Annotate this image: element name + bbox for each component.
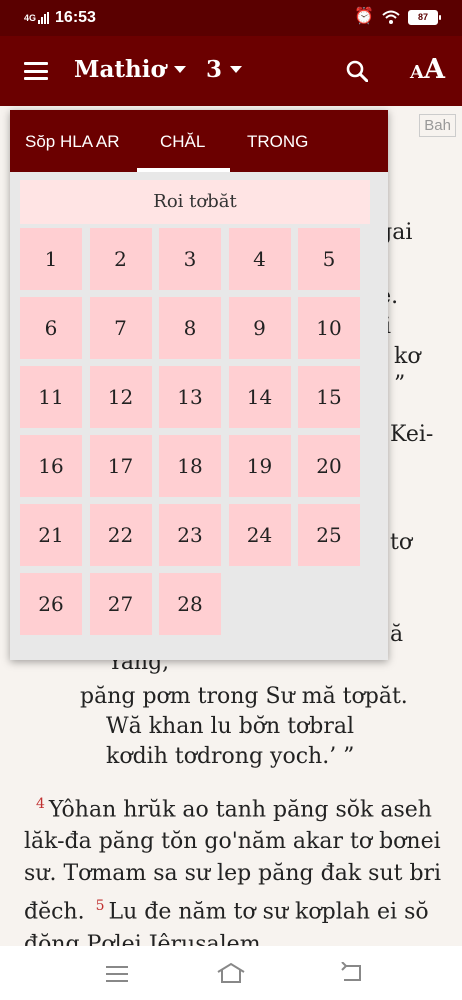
chapter-cell[interactable]: 16	[20, 435, 82, 497]
network-type: 4G	[24, 12, 37, 23]
chapter-cell[interactable]: 8	[159, 297, 221, 359]
text-fragment: ”	[394, 372, 406, 397]
chapter-cell[interactable]: 26	[20, 573, 82, 635]
chapter-cell[interactable]: 22	[89, 504, 152, 566]
active-tab-indicator	[137, 168, 230, 172]
chapter-cell[interactable]: 18	[159, 435, 221, 497]
chapter-selector[interactable]: 3	[206, 56, 243, 83]
tab-verses[interactable]: TRONG	[247, 132, 308, 152]
wifi-icon	[382, 10, 400, 24]
chapter-cell[interactable]: 6	[20, 297, 82, 359]
back-nav-icon[interactable]	[340, 962, 364, 982]
chapter-cell[interactable]: 12	[89, 366, 152, 428]
chapter-cell[interactable]: 2	[89, 228, 152, 290]
chapter-cell[interactable]: 1	[20, 228, 82, 290]
home-nav-icon[interactable]	[216, 962, 246, 984]
chapter-cell[interactable]: 25	[298, 504, 360, 566]
book-title: Mathiơ	[74, 56, 166, 83]
chapter-cell[interactable]: 10	[298, 297, 360, 359]
verse-text: Lu đe năm tơ sư kơplah ei sŏ đŏng Pơlei …	[24, 899, 429, 946]
chapter-picker: Sŏp HLA AR CHĂL TRONG Roi tơbăt 12345678…	[10, 110, 388, 660]
status-time: 16:53	[55, 9, 96, 26]
chapter-cell[interactable]: 21	[20, 504, 82, 566]
chapter-cell[interactable]: 11	[20, 366, 82, 428]
chapter-cell[interactable]: 24	[228, 504, 291, 566]
chapter-cell[interactable]: 14	[228, 366, 291, 428]
chapter-cell[interactable]: 7	[89, 297, 152, 359]
battery-icon: 87	[408, 9, 441, 25]
chevron-down-icon	[230, 65, 243, 73]
tab-books[interactable]: Sŏp HLA AR	[25, 132, 120, 152]
system-nav-bar	[0, 946, 462, 1000]
poem-line: kơdih tơdrong yoch.’ ”	[106, 744, 355, 769]
chapter-cell[interactable]: 19	[228, 435, 291, 497]
text-fragment: ă	[390, 622, 404, 647]
tab-chapters[interactable]: CHĂL	[160, 132, 205, 152]
chapter-cell[interactable]: 28	[159, 573, 221, 635]
app-bar: Mathiơ 3 AA	[0, 36, 462, 106]
search-icon[interactable]	[346, 60, 368, 82]
chapter-cell[interactable]: 4	[228, 228, 291, 290]
chapter-cell[interactable]: 13	[159, 366, 221, 428]
text-fragment: tơ	[390, 530, 413, 555]
chapter-cell[interactable]: 9	[228, 297, 291, 359]
recents-nav-icon[interactable]	[106, 966, 128, 987]
chapter-cell[interactable]: 17	[89, 435, 152, 497]
verse-paragraph: 4 Yôhan hrŭk ao tanh păng sŏk aseh lăk-đa…	[24, 788, 444, 946]
text-fragment: Kei-	[390, 422, 434, 447]
menu-icon[interactable]	[24, 62, 48, 80]
poem-line: Wă khan lu bơ̆n tơbral	[106, 714, 355, 739]
text-size-icon[interactable]: AA	[410, 54, 445, 85]
chapter-cell[interactable]: 5	[298, 228, 360, 290]
verse-number: 4	[36, 796, 45, 812]
chapter-cell[interactable]: 20	[298, 435, 360, 497]
bah-button[interactable]: Bah	[419, 114, 456, 137]
chapter-cell[interactable]: 27	[89, 573, 152, 635]
status-bar: 4G 16:53 ⏰ 87	[0, 0, 462, 36]
chapter-number: 3	[206, 56, 223, 83]
chevron-down-icon	[173, 65, 186, 73]
text-fragment: kơ	[394, 344, 421, 369]
picker-tabs: Sŏp HLA AR CHĂL TRONG	[10, 110, 388, 172]
recent-button[interactable]: Roi tơbăt	[20, 180, 370, 224]
chapter-cell[interactable]: 15	[298, 366, 360, 428]
chapter-cell[interactable]: 23	[159, 504, 221, 566]
alarm-icon: ⏰	[354, 8, 374, 25]
book-selector[interactable]: Mathiơ	[74, 56, 186, 83]
verse-number: 5	[95, 898, 105, 915]
chapter-cell[interactable]: 3	[159, 228, 221, 290]
poem-line: păng pơm trong Sư mă tơpăt.	[80, 684, 408, 709]
signal-icon	[38, 12, 50, 24]
